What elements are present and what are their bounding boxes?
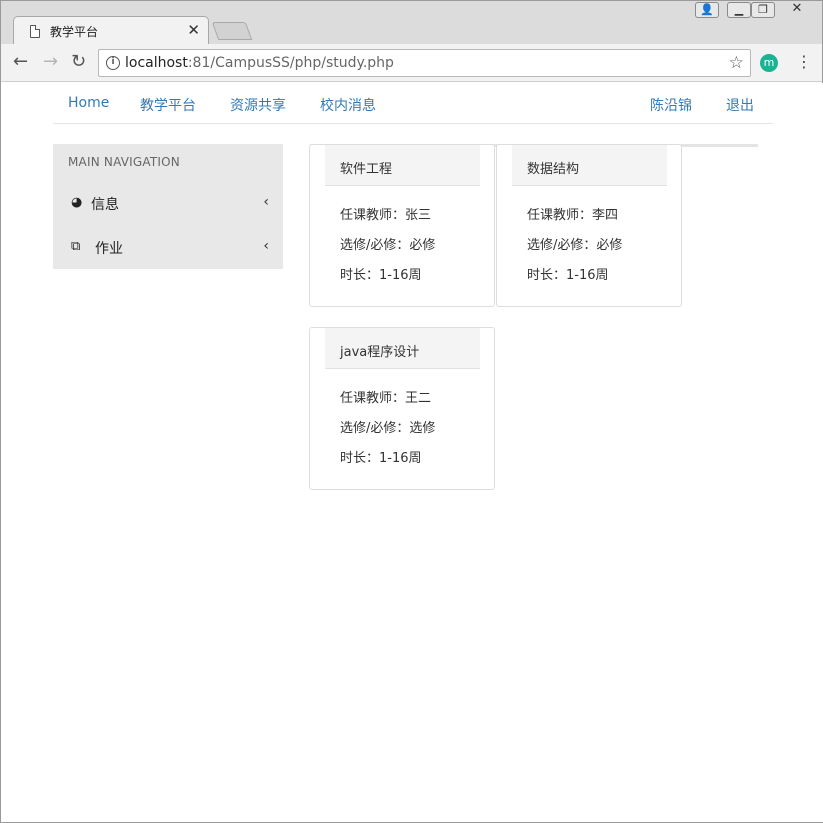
forward-button[interactable]: →: [43, 52, 58, 72]
chevron-left-icon: ‹: [263, 194, 269, 210]
url-text[interactable]: localhost:81/CampusSS/php/study.php: [125, 55, 394, 71]
course-type: 选修/必修：必修: [340, 238, 436, 253]
minimize-button[interactable]: ▁: [727, 2, 751, 18]
nav-messages-link[interactable]: 校内消息: [320, 95, 376, 115]
title-bar: 教学平台 ✕ 👤 ▁ ❐ ✕: [1, 1, 822, 45]
close-tab-icon[interactable]: ✕: [187, 21, 200, 39]
course-teacher: 任课教师：王二: [340, 391, 432, 406]
sidebar-header: MAIN NAVIGATION: [68, 155, 180, 169]
chevron-left-icon: ‹: [263, 238, 269, 254]
browser-toolbar: ← → ↻ i localhost:81/CampusSS/php/study.…: [1, 44, 822, 82]
address-bar[interactable]: i localhost:81/CampusSS/php/study.php ☆: [98, 49, 751, 77]
url-host: localhost: [125, 55, 188, 71]
nav-teaching-link[interactable]: 教学平台: [140, 95, 196, 115]
page-content: Home 教学平台 资源共享 校内消息 陈沿锦 退出 MAIN NAVIGATI…: [2, 83, 823, 822]
course-title: java程序设计: [340, 345, 420, 360]
course-type: 选修/必修：选修: [340, 421, 436, 436]
sidebar-item-info[interactable]: ◕ 信息 ‹: [53, 182, 283, 224]
course-card[interactable]: 数据结构 任课教师：李四 选修/必修：必修 时长：1-16周: [496, 144, 682, 307]
sidebar: MAIN NAVIGATION ◕ 信息 ‹ ⧉ 作业 ‹: [53, 144, 283, 269]
course-card[interactable]: java程序设计 任课教师：王二 选修/必修：选修 时长：1-16周: [309, 327, 495, 490]
page-icon: [30, 25, 40, 38]
sidebar-item-label: 作业: [95, 241, 123, 257]
course-duration: 时长：1-16周: [340, 268, 422, 283]
new-tab-button[interactable]: [211, 22, 253, 40]
maximize-button[interactable]: ❐: [751, 2, 775, 18]
course-card-header: 软件工程: [325, 145, 480, 186]
back-button[interactable]: ←: [13, 52, 28, 72]
course-type: 选修/必修：必修: [527, 238, 623, 253]
course-card[interactable]: 软件工程 任课教师：张三 选修/必修：必修 时长：1-16周: [309, 144, 495, 307]
browser-tab[interactable]: 教学平台 ✕: [13, 16, 209, 45]
course-teacher: 任课教师：张三: [340, 208, 432, 223]
course-duration: 时长：1-16周: [340, 451, 422, 466]
course-title: 软件工程: [340, 162, 393, 177]
menu-icon[interactable]: ⋮: [796, 53, 812, 71]
sidebar-item-label: 信息: [91, 197, 119, 213]
bookmark-star-icon[interactable]: ☆: [729, 53, 744, 73]
course-card-header: java程序设计: [325, 328, 480, 369]
extension-avatar-icon[interactable]: m: [760, 54, 778, 72]
url-path: :81/CampusSS/php/study.php: [187, 55, 394, 71]
nav-resources-link[interactable]: 资源共享: [230, 95, 286, 115]
tab-title: 教学平台: [50, 25, 99, 39]
course-card-header: 数据结构: [512, 145, 667, 186]
nav-user-link[interactable]: 陈沿锦: [650, 95, 692, 115]
close-window-button[interactable]: ✕: [777, 2, 817, 18]
nav-home-link[interactable]: Home: [68, 95, 109, 111]
top-navbar: Home 教学平台 资源共享 校内消息 陈沿锦 退出: [53, 83, 773, 124]
copy-icon: ⧉: [71, 239, 81, 254]
course-teacher: 任课教师：李四: [527, 208, 619, 223]
browser-window: 教学平台 ✕ 👤 ▁ ❐ ✕ ← → ↻ i localhost:81/Camp…: [0, 0, 823, 823]
course-title: 数据结构: [527, 162, 580, 177]
sidebar-item-homework[interactable]: ⧉ 作业 ‹: [53, 226, 283, 268]
profile-icon[interactable]: 👤: [695, 2, 719, 18]
dashboard-icon: ◕: [71, 195, 83, 210]
info-icon[interactable]: i: [106, 56, 120, 70]
nav-logout-link[interactable]: 退出: [726, 95, 754, 115]
course-duration: 时长：1-16周: [527, 268, 609, 283]
reload-button[interactable]: ↻: [71, 52, 86, 72]
